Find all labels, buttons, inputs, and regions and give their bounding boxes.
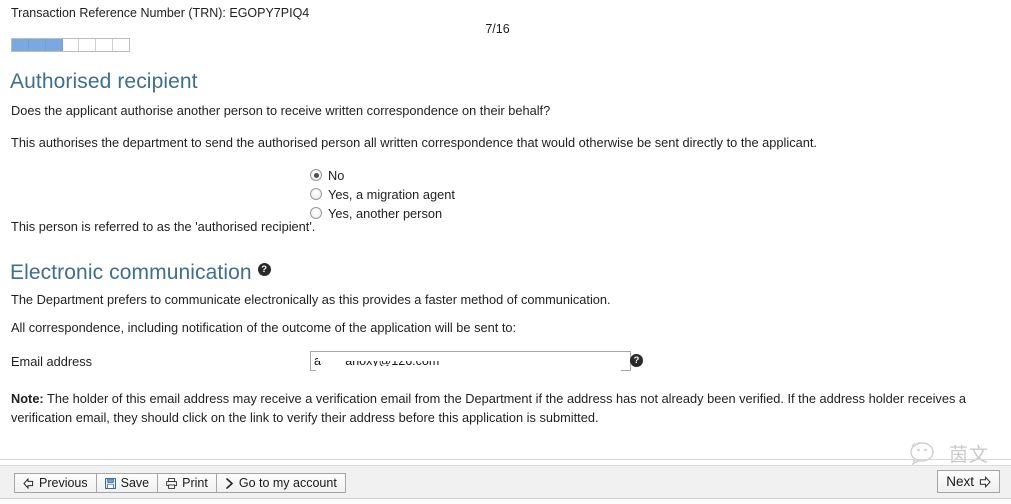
wechat-watermark: 茵文: [910, 440, 989, 467]
radio-button-icon[interactable]: [310, 169, 322, 181]
button-label: Print: [182, 476, 208, 490]
help-question-icon[interactable]: ?: [257, 262, 271, 276]
radio-label: Yes, another person: [328, 205, 443, 221]
next-button[interactable]: Next: [937, 470, 1000, 493]
page-counter: 7/16: [485, 22, 510, 36]
button-label: Next: [946, 474, 974, 489]
radio-button-icon[interactable]: [310, 188, 322, 200]
page-title-authorised-recipient: Authorised recipient: [10, 70, 198, 93]
progress-segment: [79, 39, 97, 51]
button-label: Save: [120, 476, 150, 490]
progress-segment: [62, 39, 80, 51]
radio-option-another-person[interactable]: Yes, another person: [310, 204, 455, 222]
toolbar-button-group: Previous Save Print Go to my account: [14, 473, 346, 493]
progress-segment: [113, 39, 130, 51]
arrow-left-icon: [23, 477, 34, 489]
page-title-electronic-communication: Electronic communication?: [10, 261, 271, 285]
save-disk-icon: [104, 477, 116, 489]
authorise-explanation-text: This authorises the department to send t…: [11, 135, 817, 150]
go-to-my-account-button[interactable]: Go to my account: [215, 473, 346, 493]
button-label: Go to my account: [238, 476, 337, 490]
note-prefix: Note:: [11, 391, 44, 406]
progress-bar: [11, 38, 130, 52]
wechat-icon: [910, 441, 944, 466]
email-address-label: Email address: [11, 354, 93, 369]
correspondence-destination-text: All correspondence, including notificati…: [11, 320, 517, 335]
radio-label: No: [328, 167, 345, 183]
help-question-icon[interactable]: ?: [630, 354, 643, 367]
progress-segment: [28, 39, 46, 51]
printer-icon: [166, 477, 177, 489]
authorised-recipient-radio-group[interactable]: No Yes, a migration agent Yes, another p…: [310, 166, 455, 223]
electronic-communication-intro: The Department prefers to communicate el…: [11, 292, 611, 307]
heading-text: Electronic communication: [10, 261, 252, 284]
previous-button[interactable]: Previous: [14, 473, 97, 493]
button-label: Previous: [39, 476, 88, 490]
watermark-text: 茵文: [948, 444, 989, 466]
radio-option-no[interactable]: No: [310, 166, 455, 184]
chevron-right-icon: [225, 477, 234, 489]
radio-label: Yes, a migration agent: [328, 186, 455, 202]
radio-button-icon[interactable]: [310, 207, 322, 219]
progress-segment: [45, 39, 63, 51]
note-body: The holder of this email address may rec…: [11, 391, 967, 425]
print-button[interactable]: Print: [157, 473, 217, 493]
email-input[interactable]: [310, 351, 631, 371]
transaction-reference-number: Transaction Reference Number (TRN): EGOP…: [11, 6, 310, 20]
arrow-right-icon: [979, 475, 991, 488]
authorised-recipient-footnote: This person is referred to as the 'autho…: [11, 219, 316, 234]
progress-segment: [96, 39, 114, 51]
save-button[interactable]: Save: [95, 473, 159, 493]
authorise-question-text: Does the applicant authorise another per…: [11, 103, 551, 118]
verification-note: Note: The holder of this email address m…: [11, 389, 991, 427]
toolbar-divider: [0, 459, 1011, 460]
radio-option-migration-agent[interactable]: Yes, a migration agent: [310, 185, 455, 203]
progress-segment: [12, 39, 29, 51]
